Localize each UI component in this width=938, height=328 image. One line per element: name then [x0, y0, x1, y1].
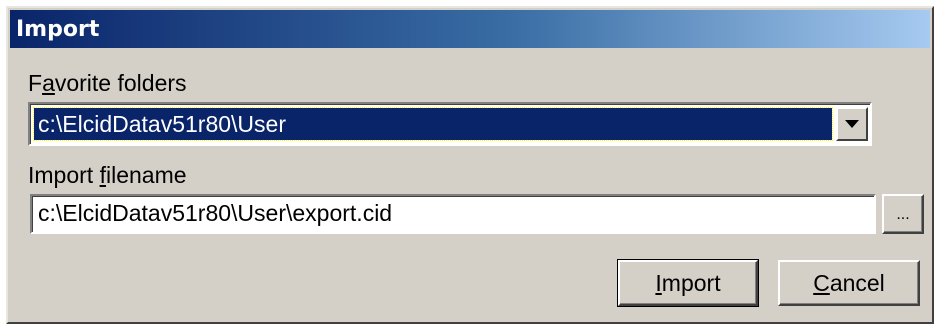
dropdown-arrow-button[interactable]: [836, 107, 868, 141]
favorite-folders-label-prefix: F: [28, 70, 43, 96]
favorite-folders-selected-value[interactable]: c:\ElcidDatav51r80\User: [33, 107, 833, 141]
import-filename-label-prefix: Import: [28, 162, 100, 188]
import-filename-label-suffix: ilename: [105, 162, 187, 188]
chevron-down-icon: [845, 119, 859, 128]
favorite-folders-label-suffix: vorite folders: [54, 70, 187, 96]
import-button[interactable]: Import: [617, 259, 759, 307]
window-title: Import: [16, 16, 100, 42]
favorite-folders-dropdown[interactable]: c:\ElcidDatav51r80\User: [28, 102, 872, 146]
browse-button[interactable]: ...: [882, 194, 924, 234]
favorite-folders-label: Favorite folders: [28, 70, 187, 97]
import-filename-input[interactable]: c:\ElcidDatav51r80\User\export.cid: [30, 194, 876, 234]
cancel-button-accel: C: [813, 269, 830, 296]
cancel-button-suffix: ancel: [829, 269, 885, 296]
favorite-folders-label-accel: a: [42, 70, 55, 96]
import-button-suffix: mport: [661, 269, 721, 296]
import-dialog: Import Favorite folders c:\ElcidDatav51r…: [6, 6, 934, 324]
title-bar[interactable]: Import: [10, 10, 930, 48]
import-filename-label: Import filename: [28, 162, 187, 189]
cancel-button[interactable]: Cancel: [778, 260, 920, 306]
